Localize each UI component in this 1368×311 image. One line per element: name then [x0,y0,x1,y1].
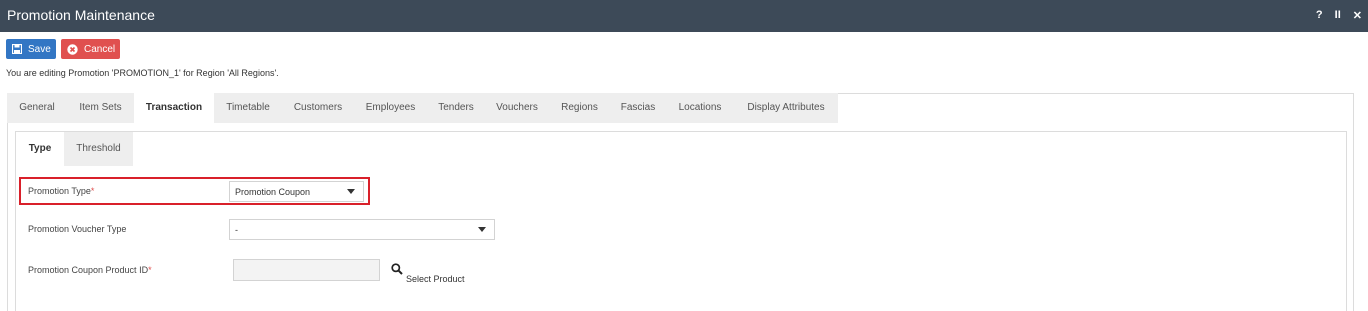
tab-customers[interactable]: Customers [282,93,354,123]
edit-info-text: You are editing Promotion 'PROMOTION_1' … [6,68,279,78]
cancel-button[interactable]: Cancel [61,39,120,59]
tab-fascias[interactable]: Fascias [610,93,666,123]
promotion-type-label: Promotion Type* [28,186,95,196]
tab-general[interactable]: General [7,93,67,123]
required-marker: * [90,186,95,196]
window-controls: ? II ✕ [1316,9,1362,22]
tab-employees[interactable]: Employees [354,93,427,123]
transaction-panel [15,131,1347,311]
tab-locations[interactable]: Locations [666,93,734,123]
tab-timetable[interactable]: Timetable [214,93,282,123]
tab-threshold[interactable]: Threshold [64,132,133,166]
select-product-label: Select Product [406,274,465,284]
cancel-circle-icon [67,43,78,55]
coupon-product-label: Promotion Coupon Product ID* [28,265,152,275]
save-button[interactable]: Save [6,39,56,59]
title-bar: Promotion Maintenance ? II ✕ [0,0,1368,32]
tab-vouchers[interactable]: Vouchers [485,93,549,123]
dropdown-arrow-icon [347,189,355,194]
tab-tenders[interactable]: Tenders [427,93,485,123]
promotion-type-select[interactable]: Promotion Coupon [229,181,364,202]
voucher-type-select[interactable]: - [229,219,495,240]
tab-item-sets[interactable]: Item Sets [67,93,134,123]
help-icon[interactable]: ? [1316,9,1323,22]
search-icon [391,262,403,280]
select-product-link[interactable]: Select Product [391,262,465,284]
dropdown-arrow-icon [478,227,486,232]
tab-transaction[interactable]: Transaction [134,93,214,123]
window-title: Promotion Maintenance [7,7,155,23]
voucher-type-label: Promotion Voucher Type [28,224,127,234]
close-icon[interactable]: ✕ [1353,9,1362,22]
voucher-type-value: - [235,225,238,235]
tab-type[interactable]: Type [16,132,64,166]
save-label: Save [28,43,51,55]
floppy-disk-icon [12,44,22,54]
cancel-label: Cancel [84,43,116,55]
pause-icon[interactable]: II [1335,9,1341,22]
main-tabs: General Item Sets Transaction Timetable … [7,93,838,123]
tab-regions[interactable]: Regions [549,93,610,123]
required-marker: * [148,265,152,275]
tab-display-attributes[interactable]: Display Attributes [734,93,838,123]
coupon-product-id-input[interactable] [233,259,380,281]
promotion-type-value: Promotion Coupon [235,187,311,197]
sub-tabs: Type Threshold [16,132,133,166]
